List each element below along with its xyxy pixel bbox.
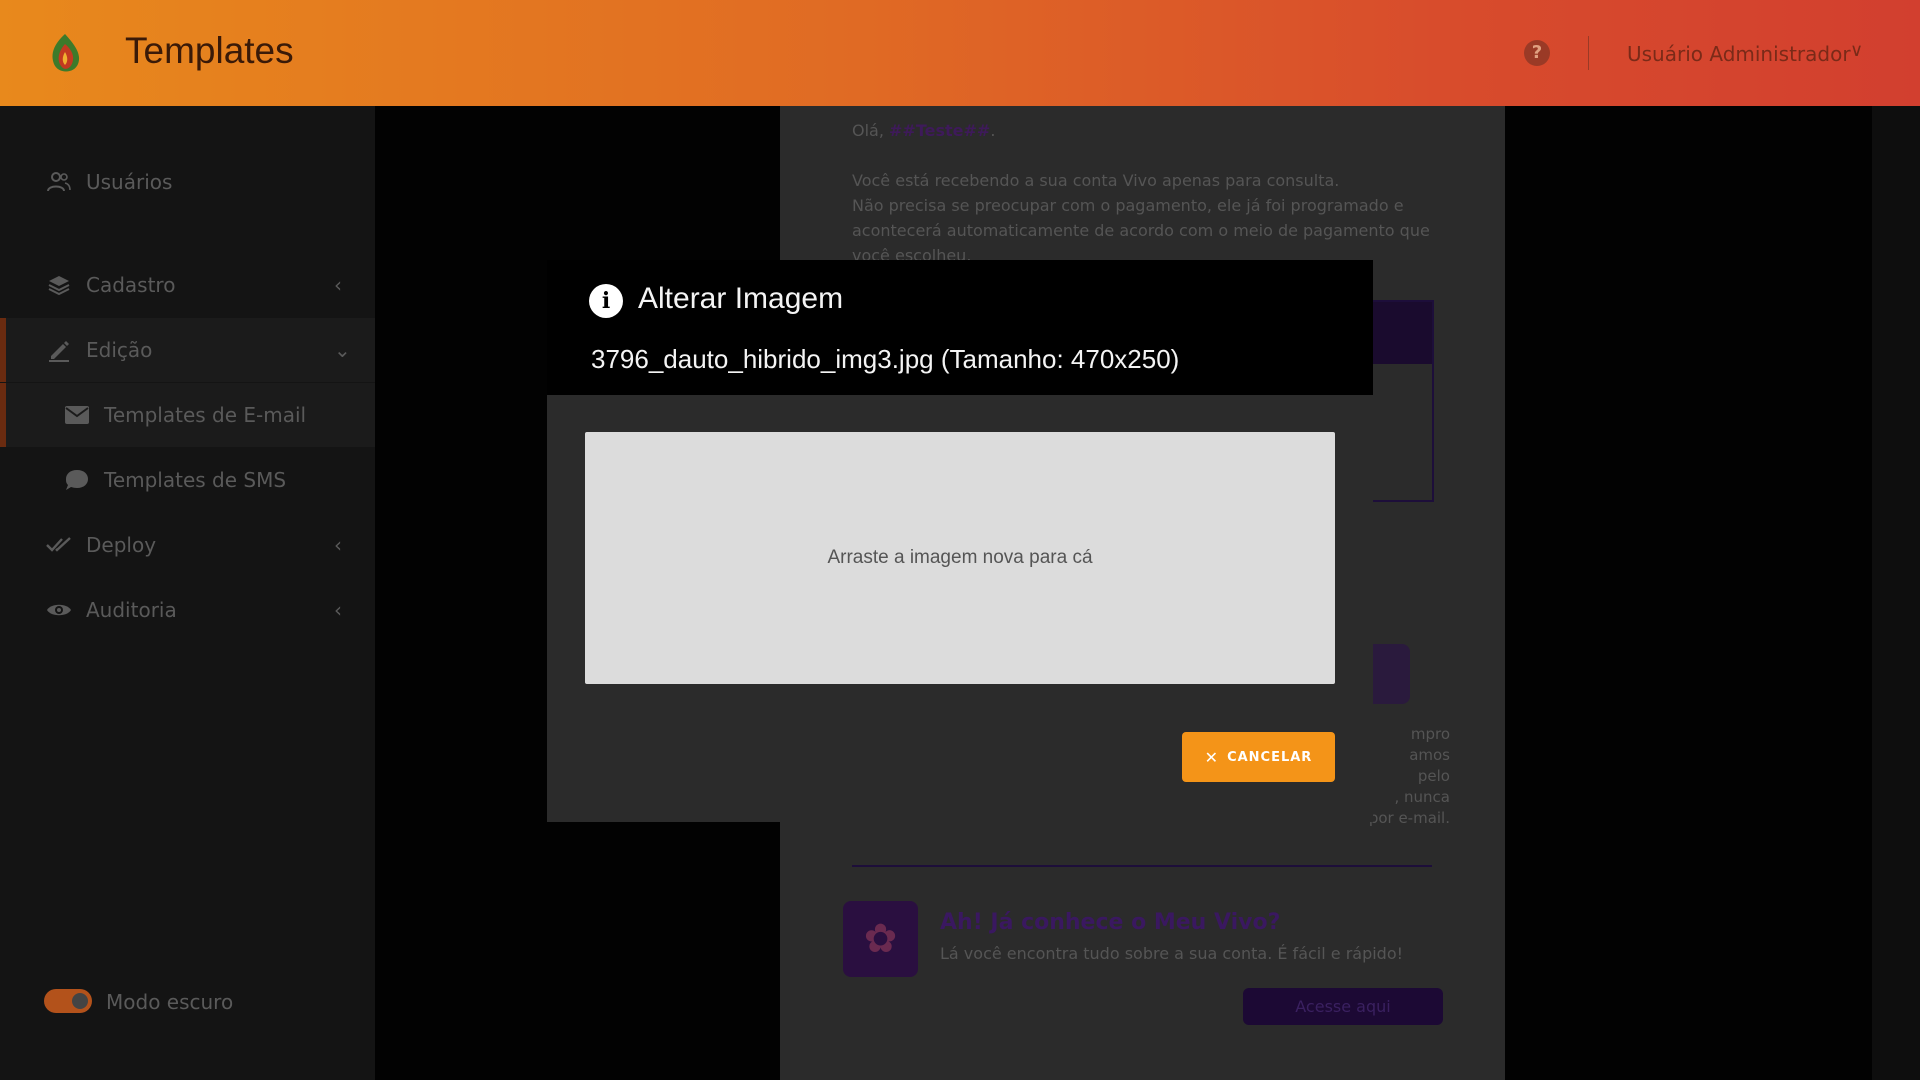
help-icon[interactable]: ? [1524, 40, 1550, 66]
image-dropzone[interactable]: Arraste a imagem nova para cá [585, 432, 1335, 684]
double-check-icon [46, 532, 72, 558]
sidebar-item-deploy[interactable]: Deploy ‹ [0, 513, 375, 577]
email-line-1: Você está recebendo a sua conta Vivo ape… [852, 171, 1340, 190]
sidebar-item-label: Deploy [86, 533, 157, 557]
cancel-button[interactable]: ✕ CANCELAR [1182, 732, 1335, 782]
email-greeting: Olá, ##Teste##. [852, 121, 996, 140]
page-title: Templates [125, 30, 294, 71]
dropzone-text: Arraste a imagem nova para cá [827, 547, 1093, 568]
email-promo-title: Ah! Já conhece o Meu Vivo? [940, 910, 1281, 935]
sidebar-item-label: Templates de SMS [104, 468, 287, 492]
user-menu-name[interactable]: Usuário Administrador [1627, 42, 1851, 66]
sidebar-item-templates-sms[interactable]: Templates de SMS [0, 448, 375, 512]
sidebar-item-label: Templates de E-mail [104, 403, 307, 427]
modal-title: Alterar Imagem [638, 282, 844, 315]
sidebar-item-label: Auditoria [86, 598, 177, 622]
email-cta-button: Acesse aqui [1243, 988, 1443, 1025]
chevron-left-icon: ‹ [334, 533, 342, 557]
sidebar-item-label: Usuários [86, 170, 173, 194]
email-image-block [1372, 300, 1434, 502]
email-promo-subtitle: Lá você encontra tudo sobre a sua conta.… [940, 944, 1404, 963]
change-image-modal: i Alterar Imagem 3796_dauto_hibrido_img3… [547, 260, 1373, 822]
template-variable: ##Teste## [889, 121, 991, 140]
app-logo [52, 34, 80, 72]
editor-canvas-right [1505, 106, 1872, 1080]
edit-icon [46, 337, 72, 363]
close-icon: ✕ [1204, 747, 1220, 767]
email-line-2: Não precisa se preocupar com o pagamento… [852, 196, 1430, 263]
users-icon [46, 169, 72, 195]
dark-mode-toggle[interactable] [44, 989, 92, 1013]
chevron-left-icon: ‹ [334, 598, 342, 622]
email-badge-image [1372, 644, 1410, 704]
mail-icon [64, 402, 90, 428]
email-divider [852, 865, 1432, 867]
sidebar-item-cadastro[interactable]: Cadastro ‹ [0, 253, 375, 317]
info-icon: i [589, 284, 623, 318]
cancel-label: CANCELAR [1227, 749, 1313, 765]
sidebar-item-usuarios[interactable]: Usuários [0, 150, 375, 214]
chevron-down-icon[interactable]: ∨ [1850, 40, 1863, 61]
chevron-left-icon: ‹ [334, 273, 342, 297]
sidebar-item-templates-email[interactable]: Templates de E-mail [0, 383, 375, 447]
sidebar-item-auditoria[interactable]: Auditoria ‹ [0, 578, 375, 642]
chevron-down-icon: ⌄ [334, 338, 351, 362]
sidebar-item-edicao[interactable]: Edição ⌄ [0, 318, 375, 382]
modal-file-info: 3796_dauto_hibrido_img3.jpg (Tamanho: 47… [591, 344, 1180, 374]
meu-vivo-icon: ✿ [843, 901, 918, 977]
sidebar-item-label: Cadastro [86, 273, 176, 297]
sidebar-item-label: Edição [86, 338, 153, 362]
app-header: Templates ? Usuário Administrador ∨ [0, 0, 1920, 106]
header-divider [1588, 36, 1589, 70]
dark-mode-label: Modo escuro [106, 990, 234, 1014]
layers-icon [46, 272, 72, 298]
eye-icon [46, 597, 72, 623]
right-panel-strip [1872, 106, 1920, 1080]
chat-icon [64, 467, 90, 493]
modal-header: i Alterar Imagem 3796_dauto_hibrido_img3… [547, 260, 1373, 395]
